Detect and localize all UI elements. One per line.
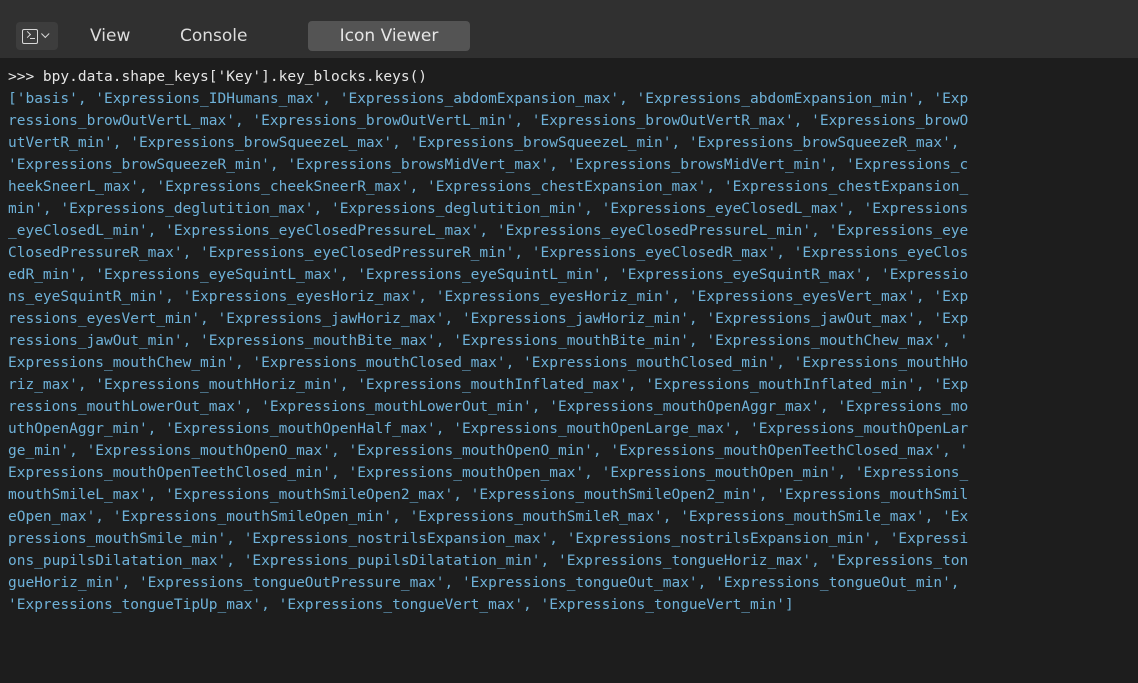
console-output-line: Expressions_mouthOpenTeethClosed_min', '… bbox=[8, 465, 969, 481]
console-output-line: 'Expressions_browSqueezeR_min', 'Express… bbox=[8, 157, 969, 173]
console-output-line: Expressions_mouthChew_min', 'Expressions… bbox=[8, 355, 969, 371]
editor-header: View Console Icon Viewer bbox=[0, 0, 1138, 58]
console-output-line: uthOpenAggr_min', 'Expressions_mouthOpen… bbox=[8, 421, 969, 437]
python-console-editor: View Console Icon Viewer >>> bpy.data.sh… bbox=[0, 0, 1138, 683]
editor-type-selector[interactable] bbox=[16, 22, 58, 50]
console-output-line: min', 'Expressions_deglutition_max', 'Ex… bbox=[8, 201, 969, 217]
console-output-line: ressions_eyesVert_min', 'Expressions_jaw… bbox=[8, 311, 969, 327]
console-output-line: ressions_jawOut_min', 'Expressions_mouth… bbox=[8, 333, 969, 349]
console-output-area[interactable]: >>> bpy.data.shape_keys['Key'].key_block… bbox=[8, 66, 1134, 683]
console-output-line: ClosedPressureR_max', 'Expressions_eyeCl… bbox=[8, 245, 969, 261]
icon-viewer-button[interactable]: Icon Viewer bbox=[308, 21, 470, 51]
console-output-line: edR_min', 'Expressions_eyeSquintL_max', … bbox=[8, 267, 969, 283]
console-output-line: ressions_browOutVertL_max', 'Expressions… bbox=[8, 113, 969, 129]
console-output-line: ['basis', 'Expressions_IDHumans_max', 'E… bbox=[8, 91, 969, 107]
console-output-block: ['basis', 'Expressions_IDHumans_max', 'E… bbox=[8, 88, 1134, 616]
console-output-line: ressions_mouthLowerOut_max', 'Expression… bbox=[8, 399, 969, 415]
console-output-line: 'Expressions_tongueTipUp_max', 'Expressi… bbox=[8, 597, 794, 613]
console-command-line: >>> bpy.data.shape_keys['Key'].key_block… bbox=[8, 69, 428, 85]
console-output-line: eOpen_max', 'Expressions_mouthSmileOpen_… bbox=[8, 509, 969, 525]
console-icon bbox=[22, 28, 38, 44]
console-output-line: heekSneerL_max', 'Expressions_cheekSneer… bbox=[8, 179, 969, 195]
console-output-line: ns_eyeSquintR_min', 'Expressions_eyesHor… bbox=[8, 289, 969, 305]
console-output-line: gueHoriz_min', 'Expressions_tongueOutPre… bbox=[8, 575, 969, 591]
menu-view[interactable]: View bbox=[90, 24, 130, 48]
console-output-line: ons_pupilsDilatation_max', 'Expressions_… bbox=[8, 553, 969, 569]
menu-console[interactable]: Console bbox=[180, 24, 248, 48]
console-output-line: riz_max', 'Expressions_mouthHoriz_min', … bbox=[8, 377, 969, 393]
console-output-line: _eyeClosedL_min', 'Expressions_eyeClosed… bbox=[8, 223, 969, 239]
console-output-line: mouthSmileL_max', 'Expressions_mouthSmil… bbox=[8, 487, 969, 503]
console-output-line: utVertR_min', 'Expressions_browSqueezeL_… bbox=[8, 135, 969, 151]
console-output-line: ge_min', 'Expressions_mouthOpenO_max', '… bbox=[8, 443, 969, 459]
chevron-down-icon bbox=[41, 29, 50, 39]
console-output-line: pressions_mouthSmile_min', 'Expressions_… bbox=[8, 531, 969, 547]
